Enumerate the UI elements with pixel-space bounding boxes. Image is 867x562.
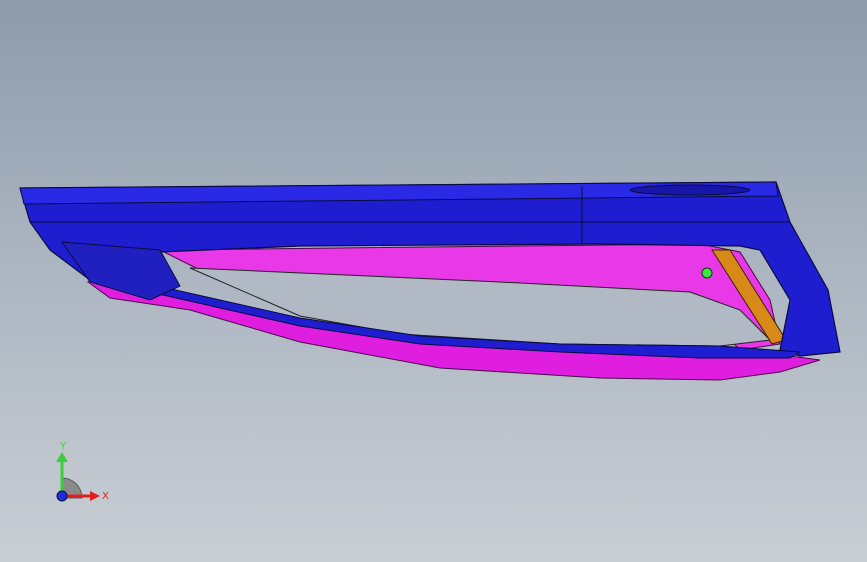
y-axis-arrowhead — [56, 452, 68, 462]
x-axis-label: X — [102, 491, 109, 502]
door-trim-part-model[interactable] — [0, 0, 867, 562]
axis-triad: Y X — [56, 441, 109, 502]
hole-marker-right[interactable] — [701, 267, 713, 279]
cad-viewport[interactable]: Y X — [0, 0, 867, 562]
z-axis-dot — [56, 490, 68, 502]
y-axis-label: Y — [59, 441, 67, 452]
top-recess — [629, 184, 751, 196]
x-axis-arrowhead — [90, 491, 100, 501]
